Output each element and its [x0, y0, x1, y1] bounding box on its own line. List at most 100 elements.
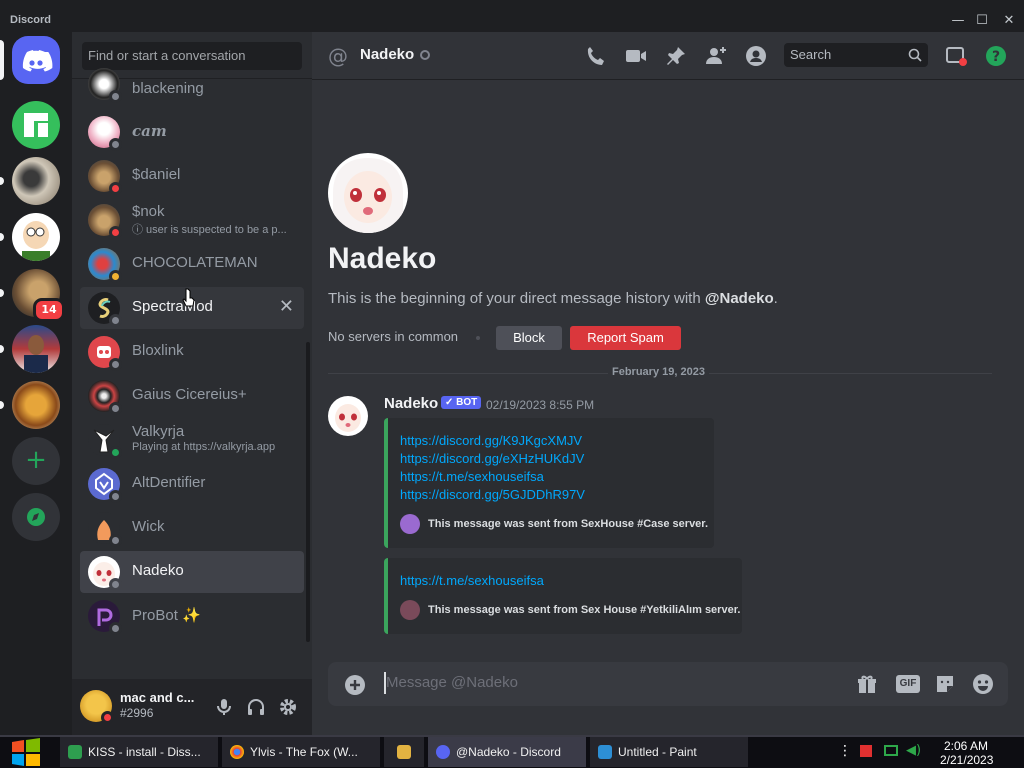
unread-pill	[0, 345, 4, 353]
server-burger[interactable]	[12, 381, 60, 429]
clock-date[interactable]: 2/21/2023	[940, 753, 993, 767]
status-offline-icon	[109, 578, 122, 591]
taskbar-item[interactable]: Ylvis - The Fox (W...	[222, 737, 380, 767]
video-call-icon[interactable]	[624, 44, 648, 68]
taskbar-item[interactable]: Untitled - Paint	[590, 737, 748, 767]
dm-search-input[interactable]: Find or start a conversation	[82, 42, 302, 70]
manjaro-logo-icon	[24, 113, 48, 137]
phone-call-icon[interactable]	[584, 44, 608, 68]
headphones-icon[interactable]	[246, 697, 266, 717]
taskbar-item[interactable]: KISS - install - Diss...	[60, 737, 218, 767]
chat-area: @ Nadeko Search ? Nadeko This is the beg…	[312, 32, 1024, 735]
paint-icon	[598, 745, 612, 759]
dm-item-altdentifier[interactable]: AltDentifier	[80, 463, 304, 505]
add-attachment-icon[interactable]	[344, 674, 366, 696]
separator-dot	[476, 336, 480, 340]
status-offline-icon	[109, 622, 122, 635]
dm-item-probot[interactable]: ProBot ✨	[80, 595, 304, 637]
maximize-icon[interactable]: ☐	[973, 12, 991, 30]
plus-icon: +	[25, 445, 47, 475]
nadeko-avatar-icon	[333, 158, 403, 233]
gear-icon[interactable]	[278, 697, 298, 717]
profile-avatar-large	[328, 153, 408, 233]
message-input[interactable]: Message @Nadeko	[386, 674, 518, 691]
embed-link[interactable]: https://discord.gg/K9JKgcXMJV	[400, 432, 585, 450]
discord-home-button[interactable]	[12, 36, 60, 84]
message-composer: Message @Nadeko GIF	[328, 662, 1008, 706]
explore-servers-button[interactable]	[12, 493, 60, 541]
embed-footer: This message was sent from Sex House #Ye…	[428, 604, 741, 616]
add-friend-icon[interactable]	[704, 44, 728, 68]
embed-link[interactable]: https://discord.gg/eXHzHUKdJV	[400, 450, 585, 468]
svg-text:?: ?	[992, 49, 1000, 65]
dm-warning: ⓘ user is suspected to be a p...	[132, 224, 287, 236]
pin-icon[interactable]	[664, 44, 688, 68]
status-offline-icon	[109, 402, 122, 415]
gift-icon[interactable]	[856, 673, 878, 695]
dm-name: Valkyrja	[132, 423, 185, 440]
server-family-guy[interactable]	[12, 213, 60, 261]
microphone-icon[interactable]	[214, 697, 234, 717]
status-offline-icon	[109, 314, 122, 327]
block-button[interactable]: Block	[496, 326, 562, 350]
server-5[interactable]	[12, 325, 60, 373]
clock-time[interactable]: 2:06 AM	[944, 739, 988, 753]
windows-start-icon[interactable]	[10, 738, 42, 766]
help-icon[interactable]: ?	[984, 44, 1008, 68]
embed-link[interactable]: https://t.me/sexhouseifsa	[400, 468, 585, 486]
scrollbar[interactable]	[306, 342, 310, 642]
server-manjaro[interactable]	[12, 101, 60, 149]
add-server-button[interactable]: +	[12, 437, 60, 485]
embed-links: https://t.me/sexhouseifsa	[400, 572, 544, 590]
dm-item-wick[interactable]: Wick	[80, 507, 304, 549]
title-bar: Discord — ☐ ✕	[0, 0, 1024, 32]
flag-icon[interactable]	[860, 745, 872, 757]
dm-item-chocolateman[interactable]: CHOCOLATEMAN	[80, 243, 304, 285]
dm-item-cam[interactable]: cam	[80, 111, 304, 153]
intro-text: This is the beginning of your direct mes…	[328, 290, 778, 307]
embed-link[interactable]: https://discord.gg/5GJDDhR97V	[400, 486, 585, 504]
dm-sidebar: Find or start a conversation blackening …	[72, 32, 312, 735]
server-2[interactable]	[12, 157, 60, 205]
sticker-icon[interactable]	[934, 673, 956, 695]
emoji-icon[interactable]	[972, 673, 994, 695]
dm-item-nok[interactable]: $nok ⓘ user is suspected to be a p...	[80, 199, 304, 241]
network-icon[interactable]	[884, 745, 898, 756]
inbox-icon[interactable]	[944, 44, 968, 68]
dm-item-bloxlink[interactable]: Bloxlink	[80, 331, 304, 373]
gif-button[interactable]: GIF	[896, 675, 920, 693]
minimize-icon[interactable]: —	[949, 12, 967, 30]
close-dm-icon[interactable]: ✕	[279, 296, 294, 317]
divider-date: February 19, 2023	[608, 366, 709, 378]
embed-footer-icon	[400, 514, 420, 534]
volume-icon[interactable]: ◀)	[906, 743, 921, 758]
dm-item-valkyrja[interactable]: Valkyrja Playing at https://valkyrja.app	[80, 419, 304, 461]
message-avatar[interactable]	[328, 396, 368, 436]
taskbar-item[interactable]	[384, 737, 424, 767]
header-search-input[interactable]: Search	[784, 43, 928, 67]
user-profile-icon[interactable]	[744, 44, 768, 68]
taskbar-item-active[interactable]: @Nadeko - Discord	[428, 737, 586, 767]
nadeko-avatar-icon	[335, 404, 361, 432]
mouse-cursor-icon	[182, 288, 195, 307]
dm-item-blackening[interactable]: blackening	[80, 67, 304, 109]
message-embed: https://t.me/sexhouseifsa This message w…	[384, 558, 742, 634]
discord-icon	[436, 745, 450, 759]
intro-sentence: This is the beginning of your direct mes…	[328, 290, 705, 307]
embed-link[interactable]: https://t.me/sexhouseifsa	[400, 572, 544, 590]
dm-item-daniel[interactable]: $daniel	[80, 155, 304, 197]
mention-badge: 14	[33, 298, 65, 322]
overflow-icon[interactable]: ⋮	[838, 743, 852, 759]
window-title: Discord	[10, 14, 51, 26]
dm-item-gaius[interactable]: Gaius Cicereius+	[80, 375, 304, 417]
taskbar-label: @Nadeko - Discord	[456, 745, 561, 759]
close-icon[interactable]: ✕	[1000, 12, 1018, 30]
status-offline-icon	[109, 490, 122, 503]
status-dnd-icon	[109, 226, 122, 239]
report-spam-button[interactable]: Report Spam	[570, 326, 681, 350]
embed-footer: This message was sent from SexHouse #Cas…	[428, 518, 709, 530]
message-author[interactable]: Nadeko	[384, 395, 438, 412]
dm-item-nadeko[interactable]: Nadeko	[80, 551, 304, 593]
status-dnd-icon	[109, 182, 122, 195]
chat-header: @ Nadeko Search ?	[312, 32, 1024, 80]
